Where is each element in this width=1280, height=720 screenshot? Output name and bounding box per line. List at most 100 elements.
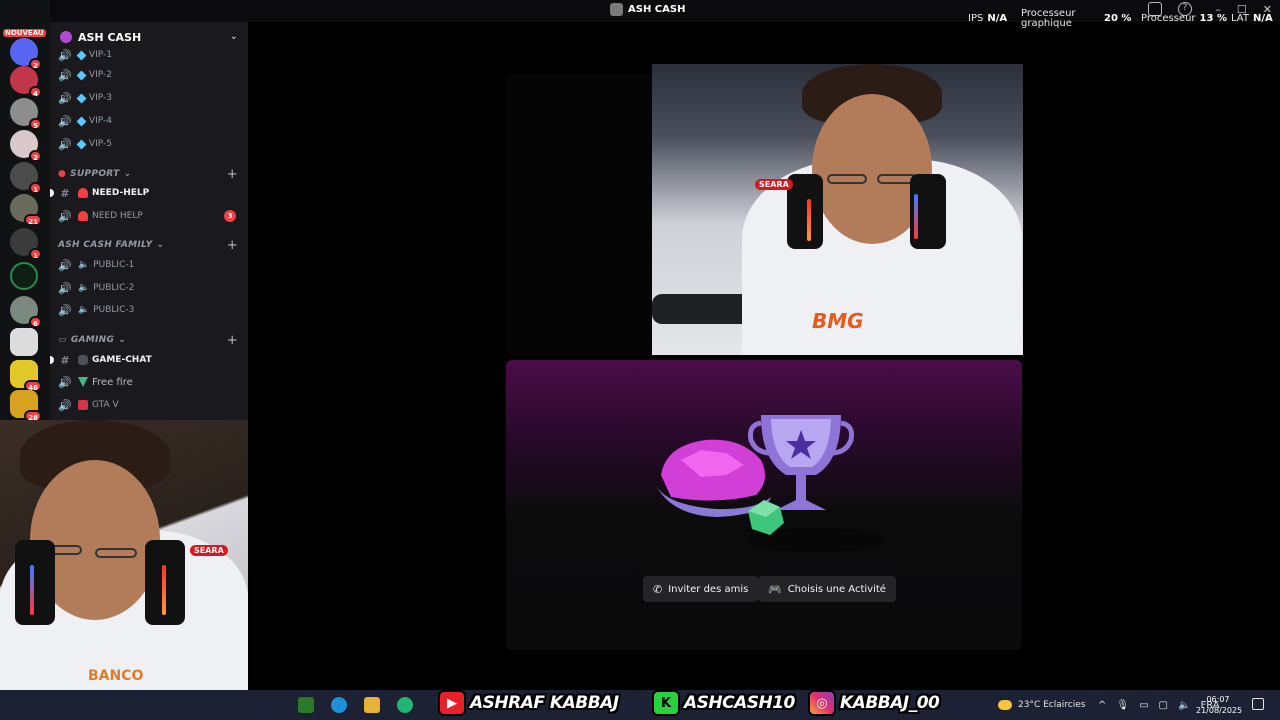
rgb-light	[162, 565, 166, 615]
invite-label: Inviter des amis	[668, 583, 749, 595]
streamer-webcam: SEARA BANCO	[0, 420, 248, 696]
edge-icon[interactable]	[331, 697, 347, 713]
notification-icon[interactable]	[1252, 698, 1264, 710]
channel-public-1[interactable]: 🔊 🔈 PUBLIC-1	[58, 255, 240, 275]
unread-indicator	[50, 189, 54, 197]
server-icon-9[interactable]: 6	[10, 296, 42, 328]
volume-icon[interactable]: 🔈	[1178, 700, 1190, 711]
server-icon-7[interactable]: 1	[10, 228, 42, 260]
social-kick: K ASHCASH10	[652, 688, 795, 718]
server-icon-12[interactable]: 28	[10, 390, 42, 422]
channel-vip-1[interactable]: 🔊 VIP-1	[58, 45, 240, 65]
weather-widget[interactable]: 23°C Eclaircies	[998, 690, 1085, 720]
activity-panel: ✆ Inviter des amis 🎮 Choisis une Activit…	[506, 360, 1022, 650]
category-name: ASH CASH FAMILY	[58, 240, 153, 250]
network-icon[interactable]: ▭	[1139, 700, 1148, 711]
speaker-icon: 🔊	[58, 281, 72, 295]
server-icon-3[interactable]: 5	[10, 98, 42, 130]
mic-icon[interactable]: 🎙	[1116, 700, 1129, 711]
seara-logo: SEARA	[190, 545, 228, 556]
chevron-down-icon: ⌄	[123, 169, 132, 179]
channel-name: VIP-3	[89, 93, 113, 103]
diamond-icon	[76, 70, 87, 80]
invite-friends-button[interactable]: ✆ Inviter des amis	[643, 576, 759, 602]
cpu-label: Processeur	[1141, 12, 1196, 24]
channel-name: NEED-HELP	[92, 188, 150, 198]
play-app-icon[interactable]	[298, 697, 314, 713]
seara-logo: SEARA	[755, 179, 793, 190]
glasses	[827, 174, 867, 184]
server-icon	[610, 3, 623, 16]
social-youtube: ▶ ASHRAF KABBAJ	[438, 688, 619, 718]
server-icon-11[interactable]: 46	[10, 360, 42, 392]
channel-name: VIP-5	[89, 139, 113, 149]
chevron-down-icon[interactable]: ⌄	[230, 31, 238, 42]
sound-icon: 🔈	[78, 305, 90, 315]
gpu-value: 20 %	[1104, 12, 1132, 24]
phone-icon: ✆	[653, 582, 663, 596]
title-bar: ASH CASH ? – ☐ ✕	[0, 0, 1280, 22]
youtube-handle: ASHRAF KABBAJ	[470, 693, 619, 713]
server-icon-6[interactable]: 21	[10, 194, 42, 226]
server-rail: NOUVEAU 2 4 5 2 1 21 1 6 46 28	[0, 0, 50, 422]
channel-vip-2[interactable]: 🔊 VIP-2	[58, 65, 240, 85]
ips-value: N/A	[987, 12, 1008, 24]
app-icon[interactable]	[397, 697, 413, 713]
channel-gta-v[interactable]: 🔊 GTA V	[58, 395, 240, 415]
server-icon-1[interactable]: 2	[10, 38, 42, 70]
server-icon-10[interactable]	[10, 328, 38, 356]
hash-icon: #	[60, 353, 70, 367]
channel-vip-5[interactable]: 🔊 VIP-5	[58, 134, 240, 154]
glasses	[95, 548, 137, 558]
server-badge: 1	[29, 248, 42, 260]
add-channel-icon[interactable]: +	[227, 333, 238, 348]
folder-icon[interactable]	[364, 697, 380, 713]
chevron-up-icon[interactable]: ^	[1098, 700, 1106, 711]
server-icon-8[interactable]	[10, 262, 38, 290]
diamond-icon	[76, 139, 87, 149]
channel-vip-3[interactable]: 🔊 VIP-3	[58, 88, 240, 108]
date: 21/08/2025	[1196, 706, 1243, 715]
social-instagram: ◎ KABBAJ_00	[808, 688, 940, 718]
speaker-icon: 🔊	[58, 137, 72, 151]
server-icon-2[interactable]: 4	[10, 66, 42, 98]
channel-public-2[interactable]: 🔊 🔈 PUBLIC-2	[58, 278, 240, 298]
ips-label: IPS	[968, 12, 984, 24]
server-badge-icon	[60, 31, 72, 43]
channel-need-help-voice[interactable]: 🔊 NEED HELP 3	[58, 206, 240, 226]
channel-game-chat[interactable]: # GAME-CHAT	[50, 350, 240, 370]
server-icon-5[interactable]: 1	[10, 162, 42, 194]
clock[interactable]: 06:07 21/08/2025	[1196, 694, 1243, 716]
diamond-icon	[76, 50, 87, 60]
diamond-icon	[76, 116, 87, 126]
category-gaming[interactable]: ▭ GAMING ⌄ +	[58, 331, 240, 349]
channel-vip-4[interactable]: 🔊 VIP-4	[58, 111, 240, 131]
gamepad-icon: 🎮	[768, 582, 782, 596]
channel-sidebar: ASH CASH ⌄ 🔊 VIP-1 🔊 VIP-2 🔊 VIP-3 🔊 VIP…	[50, 22, 248, 420]
participant-video[interactable]: SEARA BMG	[652, 64, 1023, 355]
speaker-icon: 🔊	[58, 209, 72, 223]
category-name: GAMING	[70, 335, 115, 345]
unread-indicator	[50, 356, 54, 364]
server-badge: 5	[29, 118, 42, 130]
channel-public-3[interactable]: 🔊 🔈 PUBLIC-3	[58, 300, 240, 320]
display-icon[interactable]: ▢	[1159, 700, 1168, 711]
kick-icon: K	[652, 690, 680, 716]
add-channel-icon[interactable]: +	[227, 238, 238, 253]
category-family[interactable]: ASH CASH FAMILY ⌄ +	[58, 236, 240, 254]
speaker-icon: 🔊	[58, 398, 72, 412]
choose-activity-button[interactable]: 🎮 Choisis une Activité	[758, 576, 896, 602]
channel-need-help-text[interactable]: # NEED-HELP	[50, 183, 240, 203]
speaker-icon: 🔊	[58, 68, 72, 82]
window-title: ASH CASH	[610, 3, 685, 16]
car-icon	[78, 400, 88, 410]
category-support[interactable]: ● SUPPORT ⌄ +	[58, 165, 240, 183]
banco-logo: BMG	[812, 309, 864, 333]
shield-icon	[78, 377, 88, 387]
trophy-illustration	[656, 415, 886, 552]
channel-name: NEED HELP	[92, 211, 143, 221]
channel-free-fire[interactable]: 🔊 Free fire	[58, 372, 240, 392]
server-icon-4[interactable]: 2	[10, 130, 42, 162]
server-name: ASH CASH	[78, 30, 142, 44]
add-channel-icon[interactable]: +	[227, 167, 238, 182]
